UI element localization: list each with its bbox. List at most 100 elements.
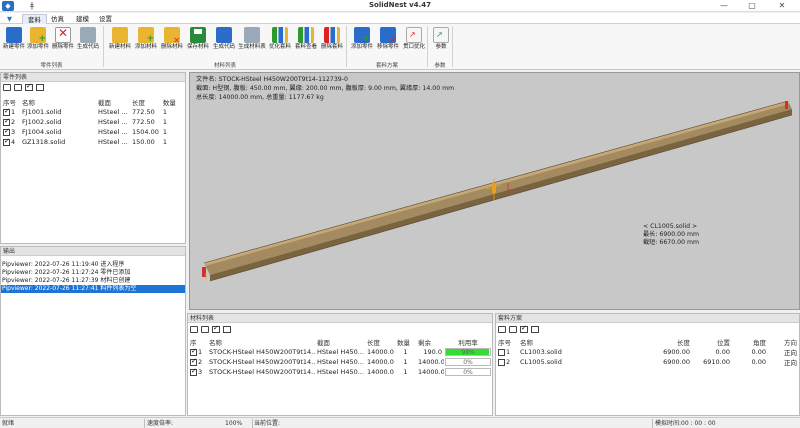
uncheck-all-icon[interactable] <box>531 326 539 333</box>
menu-nesting[interactable]: 套料 <box>22 14 47 24</box>
close-button[interactable]: ✕ <box>770 0 794 12</box>
status-separator <box>652 419 653 428</box>
window-title: SolidNest v4.47 <box>368 1 432 9</box>
steel-beam-model <box>202 100 793 282</box>
delete-part-button[interactable]: ✕ 删除零件 <box>51 26 75 58</box>
col-direction[interactable]: 方向 <box>768 337 799 347</box>
col-length[interactable]: 长度 <box>656 337 692 347</box>
col-no[interactable]: 序号 <box>1 97 20 107</box>
check-all-icon[interactable] <box>520 324 528 333</box>
generate-code-part-button[interactable]: 生成代码 <box>76 26 100 58</box>
material-panel: 材料列表 序 名称 截面 长度 数量 剩余 利用率 1STOCK-HSteel … <box>187 313 493 416</box>
delete-material-button[interactable]: ✕ 删除材料 <box>160 26 184 58</box>
uncheck-all-icon[interactable] <box>223 326 231 333</box>
file-menu[interactable]: ▼ <box>2 14 17 24</box>
status-speed-value: 100% <box>225 420 243 427</box>
minimize-button[interactable]: — <box>712 0 736 12</box>
remove-part-button[interactable]: ✕ 移除零件 <box>376 26 400 58</box>
part-callout-line: 截短: 6670.00 mm <box>643 239 700 246</box>
col-name[interactable]: 名称 <box>207 337 315 347</box>
status-bar: 就绪 速度倍率: 100% 当前位置: 模拟时间:00 : 00 : 00 <box>0 417 800 428</box>
col-no[interactable]: 序号 <box>496 337 518 347</box>
beam-highlight <box>204 101 789 266</box>
table-row[interactable]: 3STOCK-HSteel H450W200T9t14...HSteel H45… <box>188 367 492 377</box>
parts-toolbar <box>1 82 45 93</box>
delete-nesting-button[interactable]: 删除套料 <box>320 26 344 58</box>
row-checkbox[interactable] <box>190 357 197 366</box>
col-angle[interactable]: 角度 <box>732 337 768 347</box>
open-folder-icon[interactable] <box>498 326 506 333</box>
col-utilization[interactable]: 利用率 <box>444 337 492 347</box>
parameters-button[interactable]: ↗ 参数 <box>429 26 453 58</box>
output-log[interactable]: Pipviewer: 2022-07-26 11:19:40 进入程序 Pipv… <box>1 261 185 293</box>
col-remain[interactable]: 剩余 <box>416 337 444 347</box>
table-row[interactable]: 1 CL1003.solid 6900.00 0.00 0.00 正向 <box>496 347 799 357</box>
table-row[interactable]: 2 CL1005.solid 6900.00 6910.00 0.00 正向 <box>496 357 799 367</box>
utilization-bar: 98% <box>445 348 491 356</box>
col-no[interactable]: 序 <box>188 337 207 347</box>
bar-chart-icon <box>272 27 288 43</box>
generate-code-icon <box>216 27 232 43</box>
save-folder-icon[interactable] <box>201 326 209 333</box>
row-checkbox[interactable] <box>3 127 10 136</box>
status-speed-label: 速度倍率: <box>147 420 174 427</box>
generate-code-material-button[interactable]: 生成代码 <box>212 26 236 58</box>
col-length[interactable]: 长度 <box>130 97 161 107</box>
new-material-button[interactable]: 新建材料 <box>108 26 132 58</box>
open-folder-icon[interactable] <box>190 326 198 333</box>
row-checkbox[interactable] <box>190 347 197 356</box>
col-name[interactable]: 名称 <box>20 97 96 107</box>
maximize-button[interactable]: ▢ <box>740 0 764 12</box>
table-row[interactable]: 4GZ1318.solidHSteel ...150.001 <box>1 137 185 147</box>
material-panel-title: 材料列表 <box>188 314 492 323</box>
table-row[interactable]: 2STOCK-HSteel H450W200T9t14...HSteel H45… <box>188 357 492 367</box>
new-part-button[interactable]: 新建零件 <box>2 26 26 58</box>
status-separator <box>144 419 145 428</box>
table-row[interactable]: 2FJ1002.solidHSteel ...772.501 <box>1 117 185 127</box>
table-icon <box>244 27 260 43</box>
row-checkbox[interactable] <box>3 117 10 126</box>
row-checkbox[interactable] <box>3 107 10 116</box>
add-material-button[interactable]: + 添加材料 <box>134 26 158 58</box>
group-label-parts: 零件列表 <box>40 63 63 69</box>
add-part-to-plan-button[interactable]: + 添加零件 <box>350 26 374 58</box>
new-part-icon <box>6 27 22 43</box>
save-material-button[interactable]: 保存材料 <box>186 26 210 58</box>
col-length[interactable]: 长度 <box>365 337 395 347</box>
check-all-icon[interactable] <box>212 324 220 333</box>
menu-simulation[interactable]: 仿真 <box>46 14 69 24</box>
check-all-icon[interactable] <box>25 82 33 91</box>
notch-optimize-button[interactable]: ↗ 贯口优化 <box>402 26 426 58</box>
parts-panel-title: 零件列表 <box>1 73 185 82</box>
nesting-plan-panel: 套料方案 序号 名称 长度 位置 角度 方向 1CL1003.solid6900… <box>495 313 800 416</box>
col-position[interactable]: 位置 <box>692 337 732 347</box>
add-part-button[interactable]: + 添加零件 <box>26 26 50 58</box>
bar-chart-icon <box>298 27 314 43</box>
title-bar: ◆ ǂ SolidNest v4.47 — ▢ ✕ <box>0 0 800 12</box>
row-checkbox[interactable] <box>190 367 197 376</box>
generate-material-table-button[interactable]: 生成材料表 <box>238 26 266 58</box>
group-label-params: 参数 <box>434 63 446 69</box>
save-folder-icon[interactable] <box>509 326 517 333</box>
col-qty[interactable]: 数量 <box>395 337 416 347</box>
row-checkbox[interactable] <box>498 358 505 366</box>
table-row[interactable]: 1FJ1001.solidHSteel ...772.501 <box>1 107 185 117</box>
save-folder-icon[interactable] <box>14 84 22 91</box>
row-checkbox[interactable] <box>498 348 505 356</box>
optimize-nesting-button[interactable]: 优化套料 <box>268 26 292 58</box>
beam-end-marker <box>785 101 788 109</box>
col-section[interactable]: 截面 <box>96 97 130 107</box>
col-name[interactable]: 名称 <box>518 337 656 347</box>
uncheck-all-icon[interactable] <box>36 84 44 91</box>
menu-modeling[interactable]: 建模 <box>71 14 94 24</box>
table-row[interactable]: 1STOCK-HSteel H450W200T9t14...HSteel H45… <box>188 347 492 357</box>
menu-settings[interactable]: 设置 <box>94 14 117 24</box>
3d-viewport[interactable]: 文件名: STOCK-HSteel H450W200T9t14-112739-0… <box>189 72 800 310</box>
add-part-icon: + <box>354 27 370 44</box>
col-qty[interactable]: 数量 <box>160 97 185 107</box>
col-section[interactable]: 截面 <box>315 337 365 347</box>
view-nesting-button[interactable]: 套料查看 <box>294 26 318 58</box>
row-checkbox[interactable] <box>3 137 10 146</box>
open-folder-icon[interactable] <box>3 84 11 91</box>
table-row[interactable]: 3FJ1004.solidHSteel ...1504.001 <box>1 127 185 137</box>
